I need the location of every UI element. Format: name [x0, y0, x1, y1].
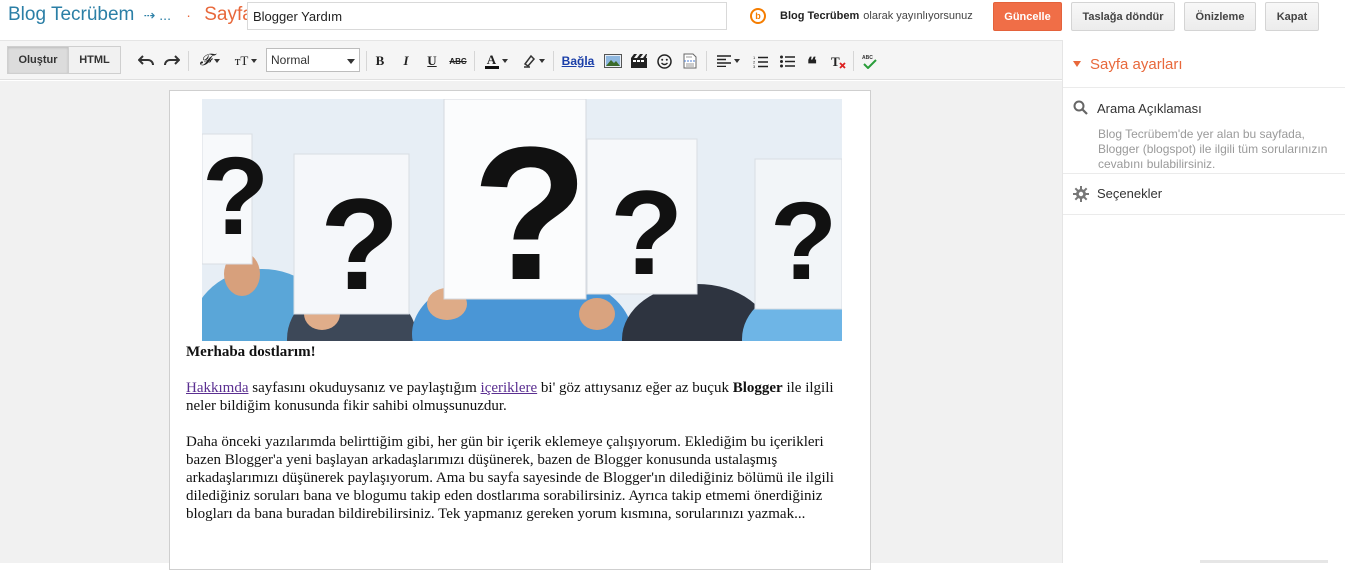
redo-icon[interactable] — [163, 52, 181, 70]
toolbar-divider — [366, 51, 367, 71]
svg-text:ABC: ABC — [862, 55, 873, 61]
publishing-blog-name: Blog Tecrübem — [780, 10, 860, 22]
paragraph-1-bold: Blogger — [732, 380, 783, 396]
options-label: Seçenekler — [1097, 186, 1163, 201]
italic-icon[interactable]: I — [399, 52, 413, 70]
insert-video-icon[interactable] — [629, 52, 649, 70]
page-settings-header[interactable]: Sayfa ayarları — [1063, 40, 1345, 88]
post-content[interactable]: Merhaba dostlarım! Hakkımda sayfasını ok… — [186, 343, 846, 541]
toolbar-divider — [853, 51, 854, 71]
link-button[interactable]: Bağla — [560, 52, 596, 70]
spell-check-icon[interactable]: ABC — [860, 52, 878, 70]
page-settings-sidebar: Sayfa ayarları Arama Açıklaması Blog Tec… — [1062, 40, 1345, 563]
page-settings-title: Sayfa ayarları — [1090, 56, 1183, 73]
text-color-icon[interactable]: A — [481, 52, 511, 70]
svg-text:?: ? — [610, 166, 683, 300]
font-size-icon[interactable]: тT — [231, 52, 261, 70]
about-link[interactable]: Hakkımda — [186, 380, 248, 396]
search-description-setting[interactable]: Arama Açıklaması Blog Tecrübem'de yer al… — [1063, 89, 1345, 174]
options-setting[interactable]: Seçenekler — [1063, 174, 1345, 215]
close-button[interactable]: Kapat — [1265, 2, 1319, 31]
toolbar-divider — [553, 51, 554, 71]
svg-text:?: ? — [770, 180, 837, 303]
publishing-as: b Blog Tecrübem olarak yayınlıyorsunuz — [750, 8, 973, 24]
paragraph-1: Hakkımda sayfasını okuduysanız ve paylaş… — [186, 379, 846, 415]
quote-icon[interactable]: ❝ — [803, 52, 821, 73]
strikethrough-icon[interactable]: ABC — [448, 52, 468, 70]
page-title-input[interactable] — [247, 2, 727, 30]
align-icon[interactable] — [713, 52, 743, 70]
paragraph-1-text: sayfasını okuduysanız ve paylaştığım — [248, 380, 481, 396]
jump-break-icon[interactable] — [681, 52, 699, 70]
post-editor-body[interactable]: ? ? ? ? ? Merhaba dostlarım! Hakkımda sa… — [169, 90, 871, 570]
underline-icon[interactable]: U — [425, 52, 439, 70]
toolbar-divider — [188, 51, 189, 71]
compose-mode-button[interactable]: Oluştur — [7, 46, 69, 74]
search-description-label: Arama Açıklaması — [1097, 101, 1202, 116]
greeting-heading: Merhaba dostlarım! — [186, 344, 316, 360]
revert-to-draft-button[interactable]: Taslağa döndür — [1071, 2, 1175, 31]
question-marks-image[interactable]: ? ? ? ? ? — [202, 99, 842, 341]
gear-icon — [1073, 186, 1089, 207]
svg-text:?: ? — [472, 108, 588, 320]
search-icon — [1073, 100, 1088, 120]
page-type-label: Sayfa — [204, 4, 253, 25]
font-family-icon[interactable]: 𝓕 — [196, 52, 224, 70]
emoji-icon[interactable] — [655, 52, 673, 70]
editor-toolbar: Oluştur HTML 𝓕 тT Normal B I U ABC A Bağ… — [0, 40, 1062, 80]
blogger-logo-icon: b — [750, 8, 766, 24]
svg-text:3: 3 — [753, 64, 756, 68]
paragraph-1-text: bi' göz attıysanız eğer az buçuk — [537, 380, 733, 396]
update-button[interactable]: Güncelle — [993, 2, 1062, 31]
chevron-down-icon — [347, 59, 355, 64]
format-select[interactable]: Normal — [266, 48, 360, 72]
contents-link[interactable]: içeriklere — [481, 380, 538, 396]
bullet-list-icon[interactable] — [778, 52, 796, 70]
undo-icon[interactable] — [137, 52, 155, 70]
blog-name-link[interactable]: Blog Tecrübem — [8, 4, 134, 25]
search-description-text: Blog Tecrübem'de yer alan bu sayfada, Bl… — [1098, 127, 1328, 171]
collapse-triangle-icon — [1073, 61, 1081, 67]
paragraph-2: Daha önceki yazılarımda belirttiğim gibi… — [186, 434, 834, 522]
insert-image-icon[interactable] — [603, 52, 623, 70]
format-select-value: Normal — [271, 53, 310, 67]
toolbar-divider — [706, 51, 707, 71]
bold-icon[interactable]: B — [373, 52, 387, 70]
svg-text:?: ? — [320, 171, 399, 317]
preview-button[interactable]: Önizleme — [1184, 2, 1256, 31]
highlight-color-icon[interactable] — [518, 52, 548, 70]
breadcrumb-dot: · — [186, 7, 191, 23]
toolbar-divider — [474, 51, 475, 71]
svg-text:?: ? — [202, 135, 269, 258]
numbered-list-icon[interactable]: 123 — [751, 52, 769, 70]
clear-formatting-icon[interactable]: T — [829, 52, 847, 70]
editor-header: Blog Tecrübem ⇢ ... · Sayfa b Blog Tecrü… — [0, 0, 1366, 32]
breadcrumb-arrow: ⇢ ... — [143, 7, 171, 23]
breadcrumb: Blog Tecrübem ⇢ ... · Sayfa — [8, 4, 253, 26]
publishing-suffix: olarak yayınlıyorsunuz — [863, 10, 973, 22]
html-mode-button[interactable]: HTML — [68, 46, 121, 74]
svg-text:T: T — [831, 54, 840, 69]
